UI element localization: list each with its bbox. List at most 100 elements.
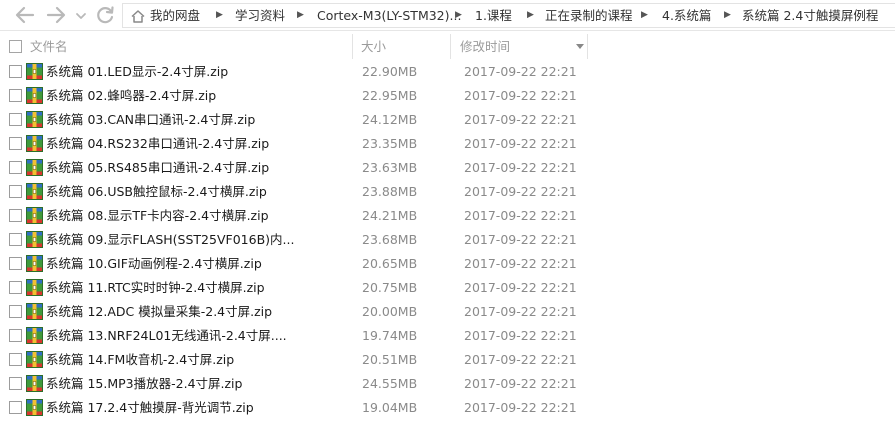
file-list-header: 文件名 大小 修改时间 bbox=[0, 33, 895, 60]
breadcrumb-item-system-chapter[interactable]: 4.系统篇 bbox=[662, 4, 711, 27]
file-checkbox[interactable] bbox=[9, 65, 22, 78]
file-name[interactable]: 系统篇 13.NRF24L01无线通讯-2.4寸屏.... bbox=[46, 324, 287, 348]
file-checkbox[interactable] bbox=[9, 377, 22, 390]
file-checkbox[interactable] bbox=[9, 305, 22, 318]
file-modified-time: 2017-09-22 22:21 bbox=[464, 184, 577, 199]
file-checkbox[interactable] bbox=[9, 281, 22, 294]
file-checkbox[interactable] bbox=[9, 137, 22, 150]
file-row[interactable]: 系统篇 03.CAN串口通讯-2.4寸屏.zip 24.12MB 2017-09… bbox=[0, 108, 895, 132]
file-row[interactable]: 系统篇 08.显示TF卡内容-2.4寸横屏.zip 24.21MB 2017-0… bbox=[0, 204, 895, 228]
file-name[interactable]: 系统篇 09.显示FLASH(SST25VF016B)内... bbox=[46, 228, 294, 252]
file-name[interactable]: 系统篇 01.LED显示-2.4寸屏.zip bbox=[46, 60, 228, 84]
file-checkbox[interactable] bbox=[9, 329, 22, 342]
file-size: 20.00MB bbox=[362, 304, 418, 319]
file-size: 24.21MB bbox=[362, 208, 418, 223]
chevron-right-icon[interactable]: ▶ bbox=[216, 4, 223, 27]
column-divider[interactable] bbox=[352, 34, 353, 59]
file-checkbox[interactable] bbox=[9, 257, 22, 270]
zip-archive-icon bbox=[26, 231, 43, 248]
file-row[interactable]: 系统篇 17.2.4寸触摸屏-背光调节.zip 19.04MB 2017-09-… bbox=[0, 396, 895, 420]
column-header-size[interactable]: 大小 bbox=[361, 33, 386, 60]
file-checkbox[interactable] bbox=[9, 113, 22, 126]
file-row[interactable]: 系统篇 09.显示FLASH(SST25VF016B)内... 23.68MB … bbox=[0, 228, 895, 252]
file-name[interactable]: 系统篇 02.蜂鸣器-2.4寸屏.zip bbox=[46, 84, 216, 108]
file-size: 19.04MB bbox=[362, 400, 418, 415]
column-divider[interactable] bbox=[587, 34, 588, 59]
zip-archive-icon bbox=[26, 375, 43, 392]
file-size: 24.55MB bbox=[362, 376, 418, 391]
arrow-right-icon bbox=[46, 6, 66, 24]
chevron-right-icon[interactable]: ▶ bbox=[455, 4, 462, 27]
file-row[interactable]: 系统篇 02.蜂鸣器-2.4寸屏.zip 22.95MB 2017-09-22 … bbox=[0, 84, 895, 108]
file-modified-time: 2017-09-22 22:21 bbox=[464, 136, 577, 151]
refresh-button[interactable] bbox=[94, 4, 116, 26]
file-name[interactable]: 系统篇 17.2.4寸触摸屏-背光调节.zip bbox=[46, 396, 254, 420]
file-row[interactable]: 系统篇 06.USB触控鼠标-2.4寸横屏.zip 23.88MB 2017-0… bbox=[0, 180, 895, 204]
file-name[interactable]: 系统篇 10.GIF动画例程-2.4寸横屏.zip bbox=[46, 252, 262, 276]
file-size: 23.68MB bbox=[362, 232, 418, 247]
select-all-checkbox[interactable] bbox=[9, 40, 22, 53]
breadcrumb-item-cortex-m3[interactable]: Cortex-M3(LY-STM32)... bbox=[317, 4, 461, 27]
file-row[interactable]: 系统篇 01.LED显示-2.4寸屏.zip 22.90MB 2017-09-2… bbox=[0, 60, 895, 84]
file-size: 22.90MB bbox=[362, 64, 418, 79]
file-name[interactable]: 系统篇 15.MP3播放器-2.4寸屏.zip bbox=[46, 372, 242, 396]
file-checkbox[interactable] bbox=[9, 185, 22, 198]
file-modified-time: 2017-09-22 22:21 bbox=[464, 304, 577, 319]
navigation-bar: 我的网盘 ▶ 学习资料 ▶ Cortex-M3(LY-STM32)... ▶ 1… bbox=[0, 0, 895, 31]
history-dropdown-button[interactable] bbox=[70, 4, 86, 26]
file-checkbox[interactable] bbox=[9, 233, 22, 246]
breadcrumb-item-current-folder[interactable]: 系统篇 2.4寸触摸屏例程 bbox=[742, 4, 878, 27]
file-size: 20.65MB bbox=[362, 256, 418, 271]
breadcrumb-item-my-netdisk[interactable]: 我的网盘 bbox=[150, 4, 200, 27]
file-name[interactable]: 系统篇 08.显示TF卡内容-2.4寸横屏.zip bbox=[46, 204, 269, 228]
home-icon[interactable] bbox=[130, 8, 146, 24]
breadcrumb-item-courses[interactable]: 1.课程 bbox=[475, 4, 512, 27]
file-row[interactable]: 系统篇 04.RS232串口通讯-2.4寸屏.zip 23.35MB 2017-… bbox=[0, 132, 895, 156]
file-name[interactable]: 系统篇 14.FM收音机-2.4寸屏.zip bbox=[46, 348, 234, 372]
zip-archive-icon bbox=[26, 183, 43, 200]
column-divider[interactable] bbox=[450, 34, 451, 59]
file-row[interactable]: 系统篇 05.RS485串口通讯-2.4寸屏.zip 23.63MB 2017-… bbox=[0, 156, 895, 180]
file-name[interactable]: 系统篇 05.RS485串口通讯-2.4寸屏.zip bbox=[46, 156, 269, 180]
file-name[interactable]: 系统篇 03.CAN串口通讯-2.4寸屏.zip bbox=[46, 108, 255, 132]
file-name[interactable]: 系统篇 11.RTC实时时钟-2.4寸横屏.zip bbox=[46, 276, 265, 300]
file-row[interactable]: 系统篇 12.ADC 模拟量采集-2.4寸屏.zip 20.00MB 2017-… bbox=[0, 300, 895, 324]
file-modified-time: 2017-09-22 22:21 bbox=[464, 88, 577, 103]
sort-down-icon[interactable] bbox=[576, 44, 584, 49]
breadcrumb-item-recording-courses[interactable]: 正在录制的课程 bbox=[545, 4, 633, 27]
file-row[interactable]: 系统篇 15.MP3播放器-2.4寸屏.zip 24.55MB 2017-09-… bbox=[0, 372, 895, 396]
file-checkbox[interactable] bbox=[9, 209, 22, 222]
zip-archive-icon bbox=[26, 63, 43, 80]
file-row[interactable]: 系统篇 13.NRF24L01无线通讯-2.4寸屏.... 19.74MB 20… bbox=[0, 324, 895, 348]
file-name[interactable]: 系统篇 06.USB触控鼠标-2.4寸横屏.zip bbox=[46, 180, 267, 204]
file-size: 19.74MB bbox=[362, 328, 418, 343]
forward-button[interactable] bbox=[45, 4, 67, 26]
file-size: 23.63MB bbox=[362, 160, 418, 175]
file-modified-time: 2017-09-22 22:21 bbox=[464, 328, 577, 343]
chevron-right-icon[interactable]: ▶ bbox=[641, 4, 648, 27]
zip-archive-icon bbox=[26, 399, 43, 416]
chevron-right-icon[interactable]: ▶ bbox=[297, 4, 304, 27]
file-size: 24.12MB bbox=[362, 112, 418, 127]
chevron-right-icon[interactable]: ▶ bbox=[527, 4, 534, 27]
file-checkbox[interactable] bbox=[9, 89, 22, 102]
arrow-left-icon bbox=[15, 6, 35, 24]
file-row[interactable]: 系统篇 14.FM收音机-2.4寸屏.zip 20.51MB 2017-09-2… bbox=[0, 348, 895, 372]
column-header-modified[interactable]: 修改时间 bbox=[460, 33, 510, 60]
file-checkbox[interactable] bbox=[9, 401, 22, 414]
file-modified-time: 2017-09-22 22:21 bbox=[464, 160, 577, 175]
file-name[interactable]: 系统篇 12.ADC 模拟量采集-2.4寸屏.zip bbox=[46, 300, 272, 324]
zip-archive-icon bbox=[26, 255, 43, 272]
file-name[interactable]: 系统篇 04.RS232串口通讯-2.4寸屏.zip bbox=[46, 132, 269, 156]
chevron-right-icon[interactable]: ▶ bbox=[724, 4, 731, 27]
breadcrumb-item-study-materials[interactable]: 学习资料 bbox=[235, 4, 285, 27]
zip-archive-icon bbox=[26, 207, 43, 224]
file-checkbox[interactable] bbox=[9, 161, 22, 174]
file-checkbox[interactable] bbox=[9, 353, 22, 366]
back-button[interactable] bbox=[14, 4, 36, 26]
file-row[interactable]: 系统篇 11.RTC实时时钟-2.4寸横屏.zip 20.75MB 2017-0… bbox=[0, 276, 895, 300]
zip-archive-icon bbox=[26, 135, 43, 152]
file-row[interactable]: 系统篇 10.GIF动画例程-2.4寸横屏.zip 20.65MB 2017-0… bbox=[0, 252, 895, 276]
column-header-filename[interactable]: 文件名 bbox=[30, 33, 68, 60]
refresh-icon bbox=[97, 6, 114, 24]
